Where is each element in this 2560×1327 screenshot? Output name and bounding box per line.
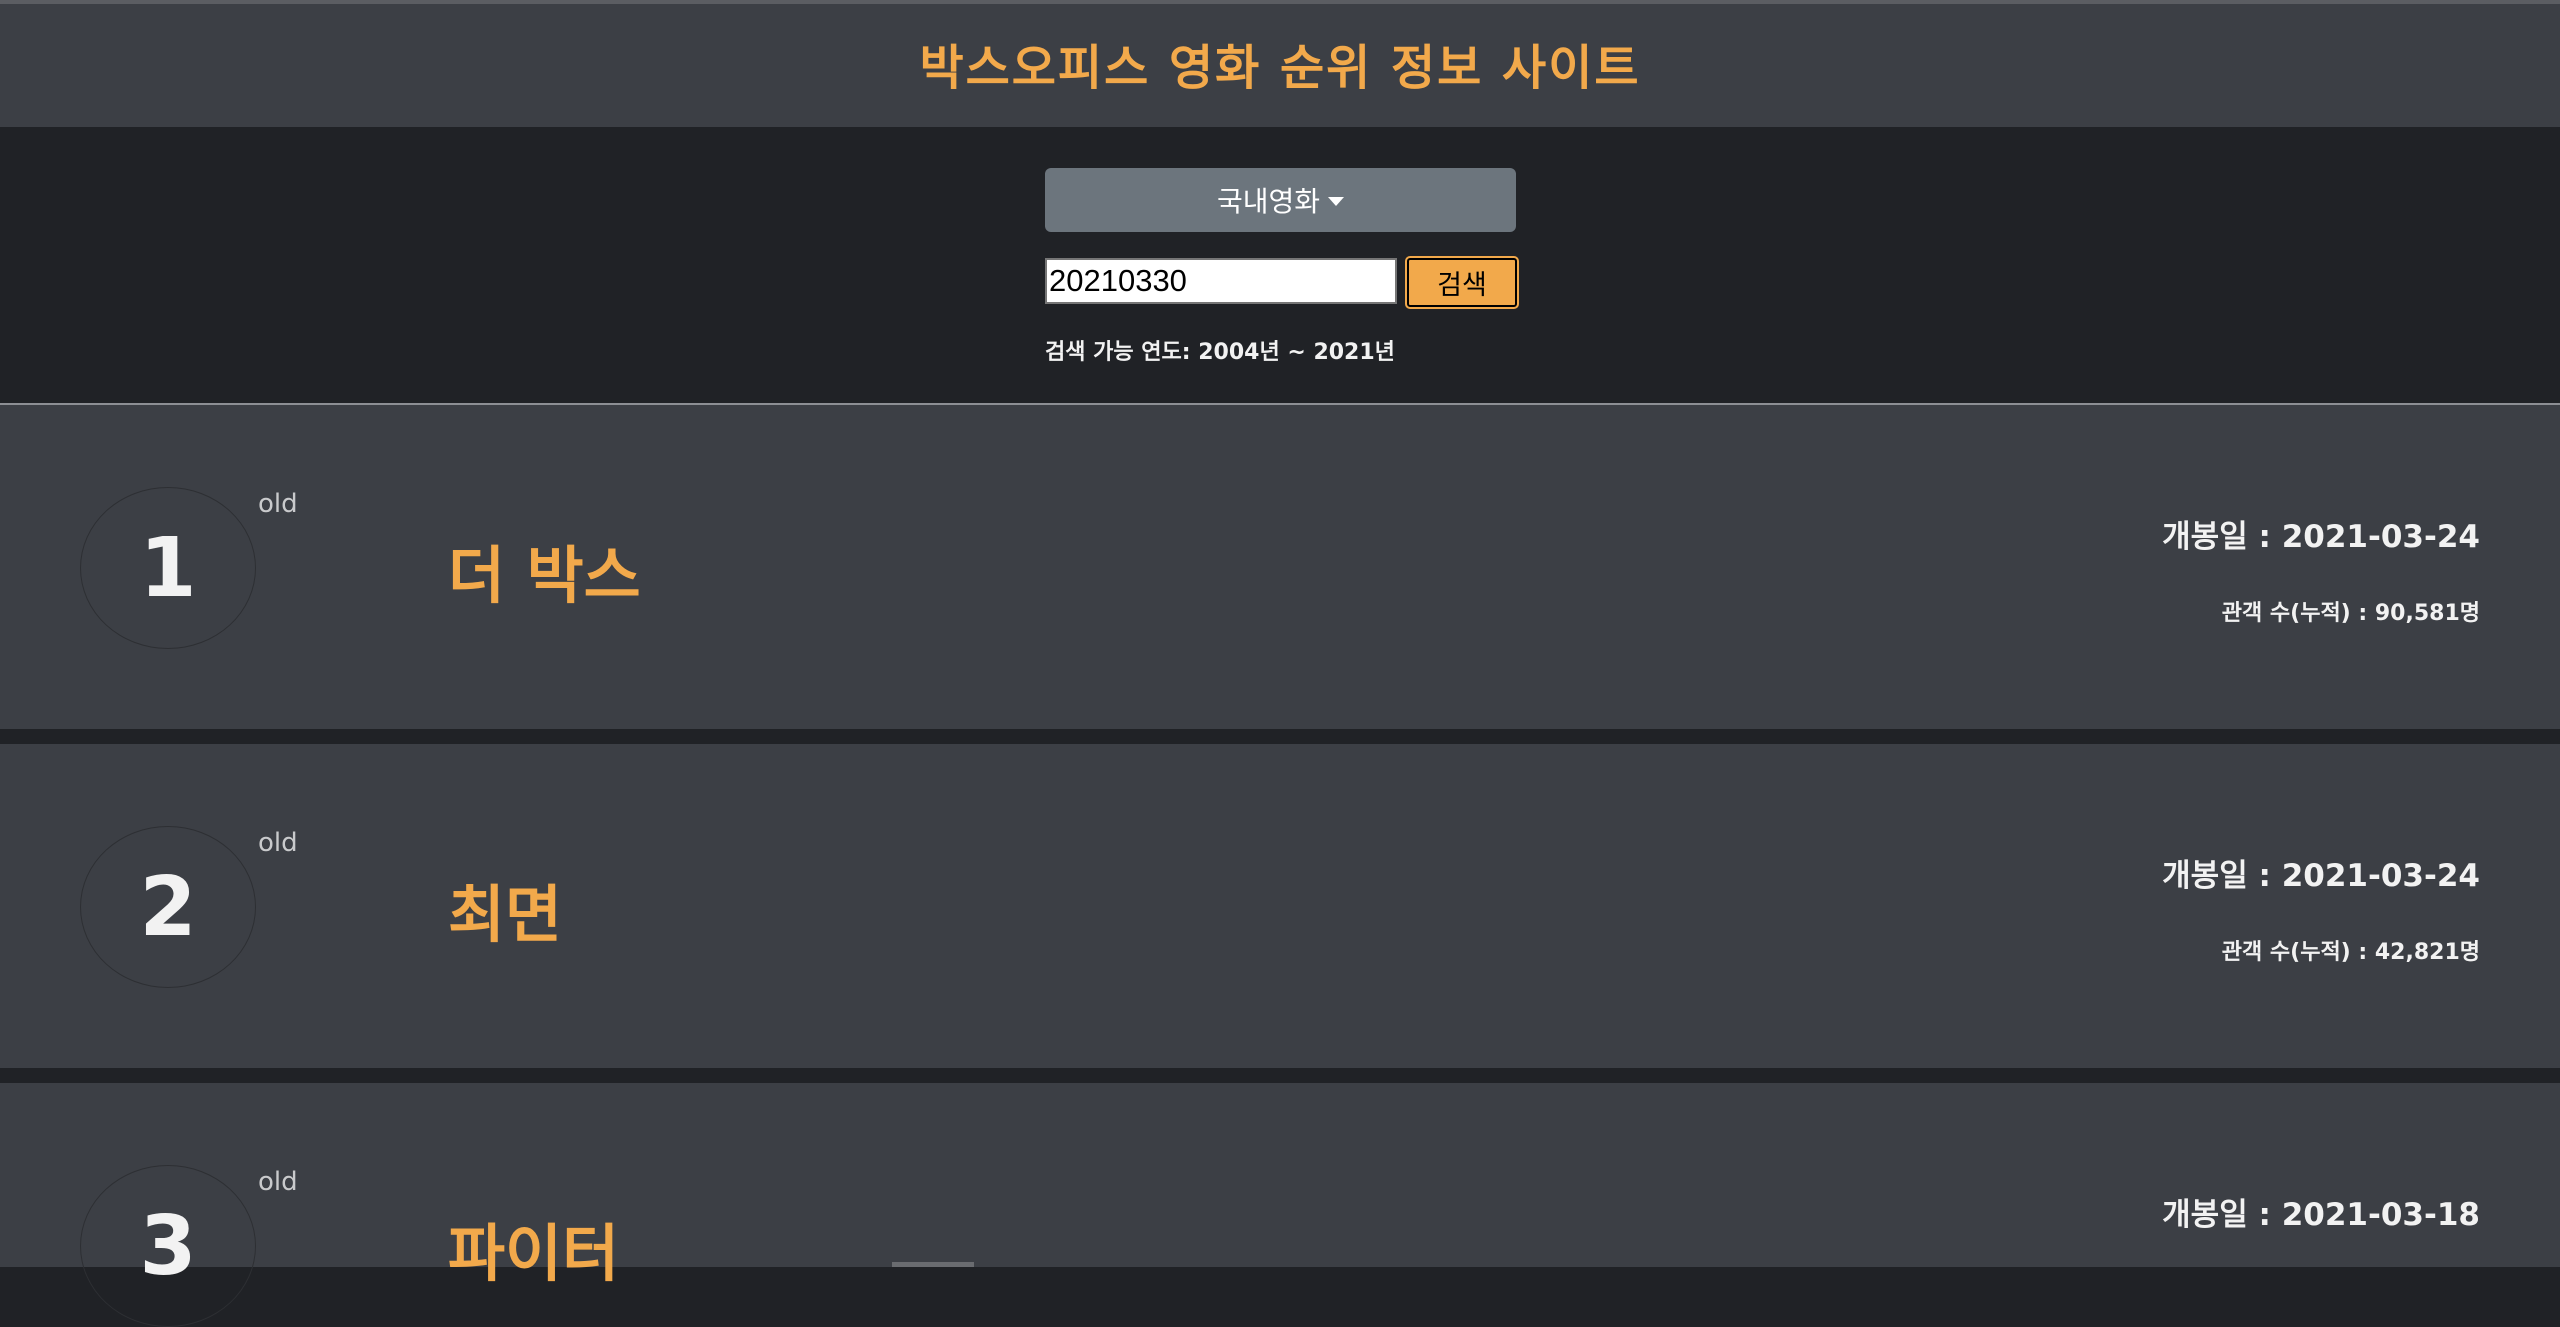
release-date: 개봉일 : 2021-03-24 bbox=[2162, 858, 2480, 894]
movie-card: 3 old 파이터 개봉일 : 2021-03-18 bbox=[0, 1083, 2560, 1327]
movie-card: 2 old 최면 개봉일 : 2021-03-24 관객 수(누적) : 42,… bbox=[0, 744, 2560, 1068]
category-dropdown-label: 국내영화 bbox=[1216, 186, 1321, 217]
audience-count: 관객 수(누적) : 90,581명 bbox=[2221, 601, 2480, 626]
rank-status-tag: old bbox=[258, 1167, 298, 1197]
category-dropdown-button[interactable]: 국내영화 bbox=[1045, 168, 1516, 232]
movie-card: 1 old 더 박스 개봉일 : 2021-03-24 관객 수(누적) : 9… bbox=[0, 405, 2560, 729]
release-date: 개봉일 : 2021-03-18 bbox=[2162, 1197, 2480, 1233]
release-date: 개봉일 : 2021-03-24 bbox=[2162, 519, 2480, 555]
movie-title: 더 박스 bbox=[448, 539, 641, 612]
movie-title: 파이터 bbox=[448, 1217, 620, 1290]
site-title: 박스오피스 영화 순위 정보 사이트 bbox=[919, 39, 1641, 96]
rank-badge: 1 bbox=[80, 487, 256, 649]
date-search-input[interactable] bbox=[1045, 258, 1397, 304]
caret-down-icon bbox=[1328, 197, 1345, 206]
search-button[interactable]: 검색 bbox=[1405, 256, 1519, 309]
horizontal-scrollbar-thumb[interactable] bbox=[892, 1262, 974, 1267]
rank-badge: 2 bbox=[80, 826, 256, 988]
site-header: 박스오피스 영화 순위 정보 사이트 bbox=[0, 4, 2560, 127]
rank-badge: 3 bbox=[80, 1165, 256, 1327]
audience-count: 관객 수(누적) : 42,821명 bbox=[2221, 940, 2480, 965]
rank-status-tag: old bbox=[258, 828, 298, 858]
search-year-hint: 검색 가능 연도: 2004년 ~ 2021년 bbox=[1045, 340, 1395, 365]
movie-title: 최면 bbox=[448, 878, 563, 951]
search-panel: 국내영화 검색 검색 가능 연도: 2004년 ~ 2021년 bbox=[0, 127, 2560, 405]
rank-status-tag: old bbox=[258, 489, 298, 519]
